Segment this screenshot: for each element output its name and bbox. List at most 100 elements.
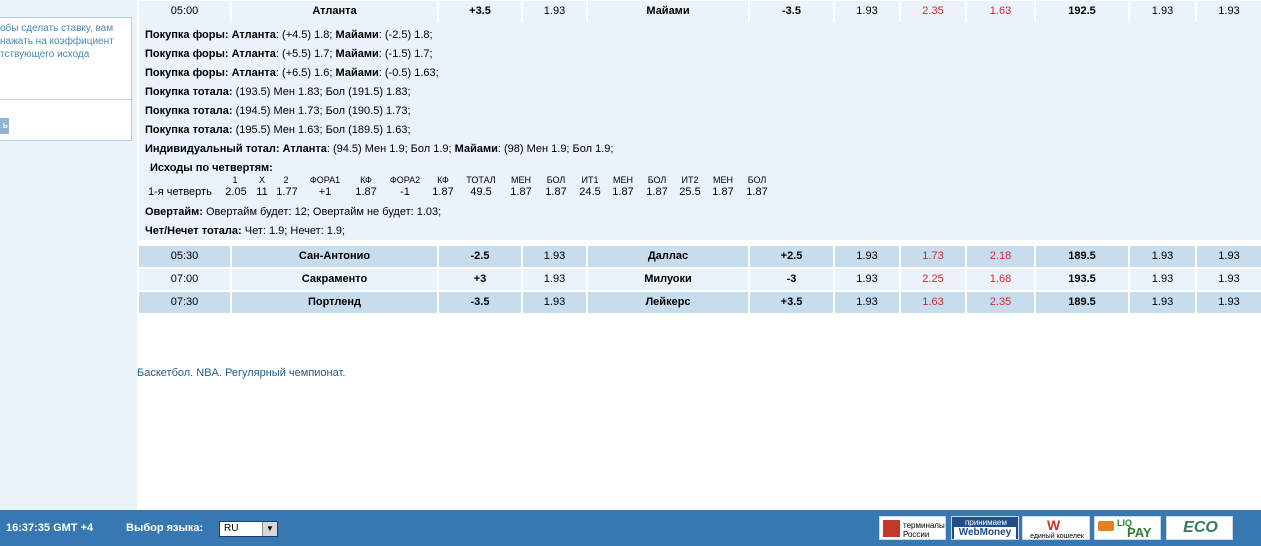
detail-value[interactable]: : (-2.5) 1.8; — [379, 29, 433, 41]
quarter-value[interactable]: 1.87 — [505, 186, 537, 198]
quarter-value[interactable]: 1.87 — [428, 186, 458, 198]
win2-odds[interactable]: 1.68 — [967, 269, 1034, 290]
win1-odds[interactable]: 1.63 — [901, 292, 965, 313]
quarter-value[interactable]: 1.87 — [351, 186, 381, 198]
total-value[interactable]: 192.5 — [1036, 1, 1128, 22]
fora2-value[interactable]: +3.5 — [750, 292, 833, 313]
fora1-value[interactable]: +3 — [439, 269, 521, 290]
total-over-odds[interactable]: 1.93 — [1197, 292, 1261, 313]
chevron-down-icon[interactable]: ▼ — [262, 522, 277, 536]
total-over-odds[interactable]: 1.93 — [1197, 269, 1261, 290]
quarter-value[interactable]: 24.5 — [574, 186, 606, 198]
quarter-value[interactable]: 49.5 — [461, 186, 501, 198]
quarter-value[interactable]: -1 — [383, 186, 427, 198]
quarter-value[interactable]: +1 — [303, 186, 347, 198]
language-select[interactable]: RU ▼ — [219, 521, 278, 537]
total-value[interactable]: 193.5 — [1036, 269, 1128, 290]
detail-value[interactable]: : (98) Мен 1.9; Бол 1.9; — [498, 143, 614, 155]
quarter-header: ФОРА2 — [389, 175, 421, 185]
fora1-odds[interactable]: 1.93 — [523, 1, 586, 22]
detail-value[interactable]: : (+5.5) 1.7; — [276, 48, 333, 60]
fora1-odds[interactable]: 1.93 — [523, 292, 586, 313]
detail-team: Майами — [335, 48, 379, 60]
team1-name[interactable]: Сан-Антонио — [232, 246, 437, 267]
fora2-odds[interactable]: 1.93 — [835, 269, 899, 290]
fora1-value[interactable]: -2.5 — [439, 246, 521, 267]
detail-team: Атланта — [231, 67, 276, 79]
detail-team: Атланта — [231, 29, 276, 41]
main-content: 05:00 Атланта +3.5 1.93 Майами -3.5 1.93… — [137, 0, 1261, 510]
fora1-value[interactable]: +3.5 — [439, 1, 521, 22]
detail-value[interactable]: : (94.5) Мен 1.9; Бол 1.9; — [327, 143, 452, 155]
detail-value[interactable]: : (-1.5) 1.7; — [379, 48, 433, 60]
detail-team: Атланта — [282, 143, 327, 155]
match-row: 07:30 Портленд -3.5 1.93 Лейкерс +3.5 1.… — [139, 292, 1261, 313]
fora2-value[interactable]: -3.5 — [750, 1, 833, 22]
detail-label: Покупка тотала: — [145, 105, 233, 117]
fora1-odds[interactable]: 1.93 — [523, 246, 586, 267]
total-under-odds[interactable]: 1.93 — [1130, 246, 1195, 267]
team1-name[interactable]: Сакраменто — [232, 269, 437, 290]
quarter-value[interactable]: 2.05 — [223, 186, 249, 198]
detail-value[interactable]: : (+6.5) 1.6; — [276, 67, 333, 79]
team2-name[interactable]: Даллас — [588, 246, 748, 267]
webmoney-logo[interactable]: принимаем WebMoney — [951, 516, 1019, 540]
fora2-odds[interactable]: 1.93 — [835, 246, 899, 267]
total-under-odds[interactable]: 1.93 — [1130, 292, 1195, 313]
quarter-value[interactable]: 1.87 — [641, 186, 673, 198]
fora2-odds[interactable]: 1.93 — [835, 1, 899, 22]
total-under-odds[interactable]: 1.93 — [1130, 269, 1195, 290]
sidebar-button[interactable]: ь — [0, 118, 9, 134]
team2-name[interactable]: Лейкерс — [588, 292, 748, 313]
detail-value[interactable]: Чет: 1.9; Нечет: 1.9; — [242, 225, 345, 237]
eco-logo[interactable]: ECO — [1166, 516, 1233, 540]
terminals-logo-text: терминалы России — [903, 521, 945, 539]
detail-value[interactable]: (195.5) Мен 1.63; Бол (189.5) 1.63; — [233, 124, 411, 136]
quarter-value[interactable]: 25.5 — [674, 186, 706, 198]
terminals-logo[interactable]: терминалы России — [879, 516, 946, 540]
fora1-value[interactable]: -3.5 — [439, 292, 521, 313]
liqpay-logo[interactable]: LIQ PAY — [1094, 516, 1161, 540]
detail-value[interactable]: (193.5) Мен 1.83; Бол (191.5) 1.83; — [233, 86, 411, 98]
win1-odds[interactable]: 2.35 — [901, 1, 965, 22]
match-row: 07:00 Сакраменто +3 1.93 Милуоки -3 1.93… — [139, 269, 1261, 290]
fora2-odds[interactable]: 1.93 — [835, 292, 899, 313]
total-under-odds[interactable]: 1.93 — [1130, 1, 1195, 22]
league-title: Баскетбол. NBA. Регулярный чемпионат. — [137, 367, 346, 379]
wallet-icon: W — [1047, 517, 1061, 533]
total-over-odds[interactable]: 1.93 — [1197, 1, 1261, 22]
total-value[interactable]: 189.5 — [1036, 246, 1128, 267]
total-over-odds[interactable]: 1.93 — [1197, 246, 1261, 267]
team2-name: Майами — [588, 1, 748, 22]
quarter-value[interactable]: 1.87 — [707, 186, 739, 198]
quarter-value[interactable]: 1.77 — [273, 186, 301, 198]
fora2-value[interactable]: +2.5 — [750, 246, 833, 267]
sidebar-hint-line: нажать на коэффициент — [0, 36, 114, 47]
detail-value[interactable]: : (-0.5) 1.63; — [379, 67, 439, 79]
detail-value[interactable]: (194.5) Мен 1.73; Бол (190.5) 1.73; — [233, 105, 411, 117]
win2-odds[interactable]: 2.35 — [967, 292, 1034, 313]
card-icon — [1098, 521, 1114, 531]
team1-name[interactable]: Портленд — [232, 292, 437, 313]
fora2-value[interactable]: -3 — [750, 269, 833, 290]
match-row: 05:00 Атланта +3.5 1.93 Майами -3.5 1.93… — [139, 1, 1261, 22]
fora1-odds[interactable]: 1.93 — [523, 269, 586, 290]
quarter-value[interactable]: 1.87 — [741, 186, 773, 198]
liqpay-logo-text: PAY — [1127, 525, 1152, 540]
detail-value[interactable]: : (+4.5) 1.8; — [276, 29, 333, 41]
total-value[interactable]: 189.5 — [1036, 292, 1128, 313]
quarter-value[interactable]: 1.87 — [607, 186, 639, 198]
quarter-value[interactable]: 1.87 — [540, 186, 572, 198]
detail-label: Покупка тотала: — [145, 124, 233, 136]
terminal-icon — [883, 520, 900, 537]
win2-odds[interactable]: 2.18 — [967, 246, 1034, 267]
win1-odds[interactable]: 1.73 — [901, 246, 965, 267]
quarter-value[interactable]: 11 — [252, 186, 272, 198]
team2-name[interactable]: Милуоки — [588, 269, 748, 290]
team1-name: Атланта — [232, 1, 437, 22]
win1-odds[interactable]: 2.25 — [901, 269, 965, 290]
detail-value[interactable]: Овертайм будет: 12; Овертайм не будет: 1… — [203, 206, 441, 218]
quarter-header: МЕН — [511, 175, 531, 185]
wallet-logo[interactable]: W единый кошелек — [1022, 516, 1090, 540]
win2-odds[interactable]: 1.63 — [967, 1, 1034, 22]
